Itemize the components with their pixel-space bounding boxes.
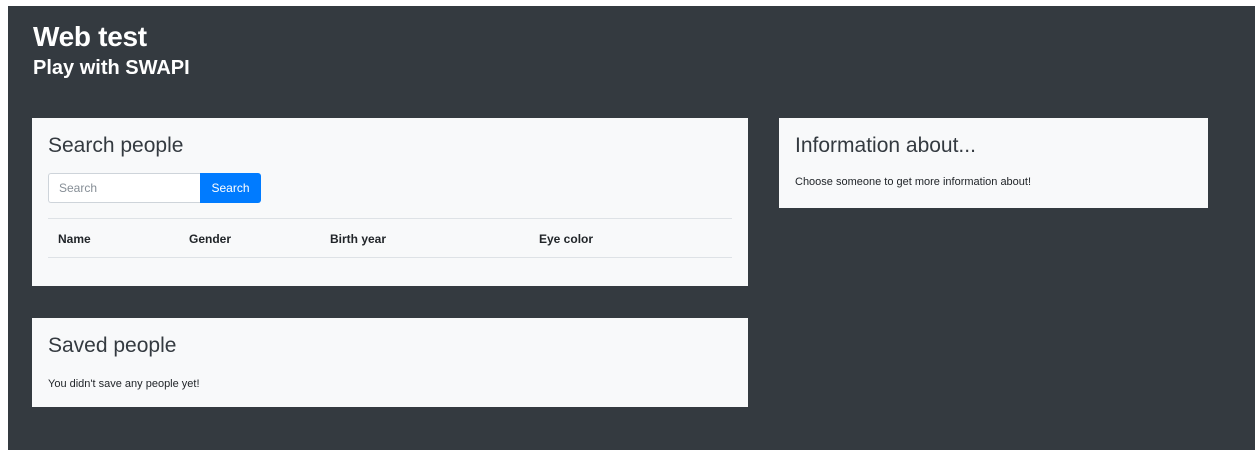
- information-card: Information about... Choose someone to g…: [779, 118, 1208, 208]
- page-title: Web test: [33, 21, 147, 52]
- column-header-gender: Gender: [189, 232, 232, 246]
- search-people-heading: Search people: [48, 134, 184, 157]
- information-text: Choose someone to get more information a…: [795, 176, 1032, 188]
- search-button[interactable]: Search: [200, 173, 261, 203]
- app-container: Web test Play with SWAPI Search people S…: [8, 6, 1255, 450]
- column-header-eye-color: Eye color: [539, 232, 594, 246]
- column-header-name: Name: [58, 232, 91, 246]
- page-subtitle: Play with SWAPI: [33, 57, 190, 79]
- saved-people-card: Saved people You didn't save any people …: [32, 318, 748, 407]
- search-input[interactable]: [48, 173, 200, 203]
- column-header-birth-year: Birth year: [330, 232, 387, 246]
- people-table: Name Gender Birth year Eye color: [48, 218, 732, 258]
- saved-people-empty-text: You didn't save any people yet!: [48, 378, 200, 390]
- search-people-card: Search people Search Name Gender Birth y…: [32, 118, 748, 286]
- page-header: Web test Play with SWAPI: [33, 20, 190, 80]
- search-form: Search: [48, 173, 261, 203]
- information-heading: Information about...: [795, 134, 976, 157]
- saved-people-heading: Saved people: [48, 334, 177, 357]
